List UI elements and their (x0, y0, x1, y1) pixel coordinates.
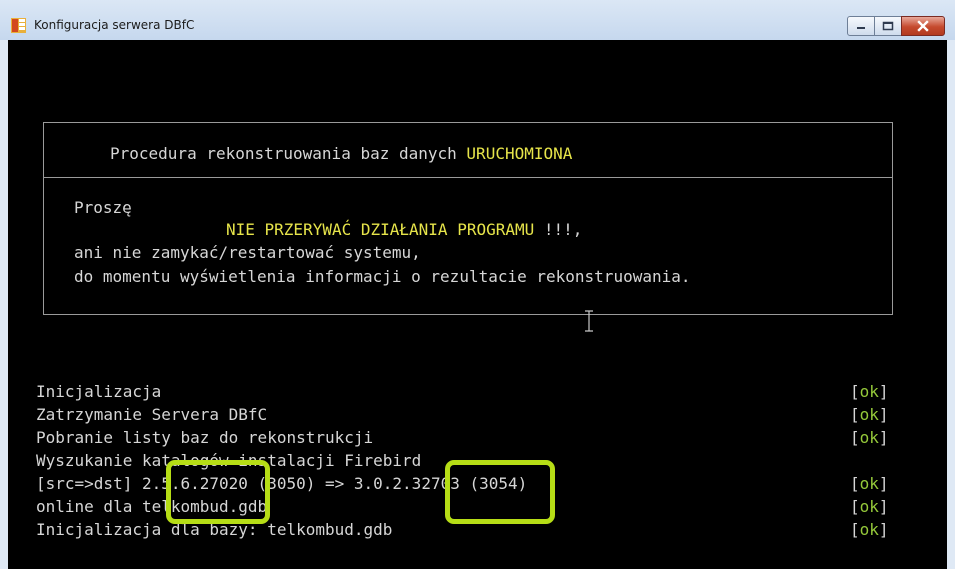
maximize-button[interactable] (874, 16, 902, 36)
log-status: [ok] (850, 382, 889, 401)
highlight-src-version (166, 460, 270, 524)
log-status: [ok] (850, 520, 889, 539)
console-window: Konfiguracja serwera DBfC Procedura reko… (0, 0, 955, 569)
close-icon (917, 20, 929, 32)
log-status: [ok] (850, 474, 889, 493)
minimize-icon (857, 27, 865, 29)
box-line-info: do momentu wyświetlenia informacji o rez… (74, 267, 691, 286)
log-status: [ok] (850, 405, 889, 424)
warning-suffix: !!!, (534, 220, 583, 239)
box-warning: NIE PRZERYWAĆ DZIAŁANIA PROGRAMU !!!, (226, 220, 582, 239)
box-divider (44, 177, 892, 178)
text-cursor-icon (585, 310, 593, 332)
console-output[interactable]: Procedura rekonstruowania baz danych URU… (8, 40, 947, 569)
close-button[interactable] (901, 16, 945, 36)
log-line: Pobranie listy baz do rekonstrukcji (36, 428, 374, 447)
maximize-icon (882, 21, 894, 31)
log-status: [ok] (850, 428, 889, 447)
box-header-text: Procedura rekonstruowania baz danych (110, 144, 467, 163)
log-status: [ok] (850, 497, 889, 516)
box-header: Procedura rekonstruowania baz danych URU… (110, 144, 572, 163)
title-bar[interactable]: Konfiguracja serwera DBfC (0, 0, 955, 40)
window-title: Konfiguracja serwera DBfC (34, 18, 195, 32)
status-running: URUCHOMIONA (466, 144, 573, 163)
highlight-dst-version (445, 460, 555, 524)
box-line-please: Proszę (74, 198, 132, 217)
app-icon (11, 18, 26, 33)
warning-text: NIE PRZERYWAĆ DZIAŁANIA PROGRAMU (226, 220, 535, 239)
box-line-system: ani nie zamykać/restartować systemu, (74, 243, 421, 262)
minimize-button[interactable] (847, 16, 875, 36)
log-line: Inicjalizacja (36, 382, 162, 401)
log-line: Zatrzymanie Servera DBfC (36, 405, 268, 424)
